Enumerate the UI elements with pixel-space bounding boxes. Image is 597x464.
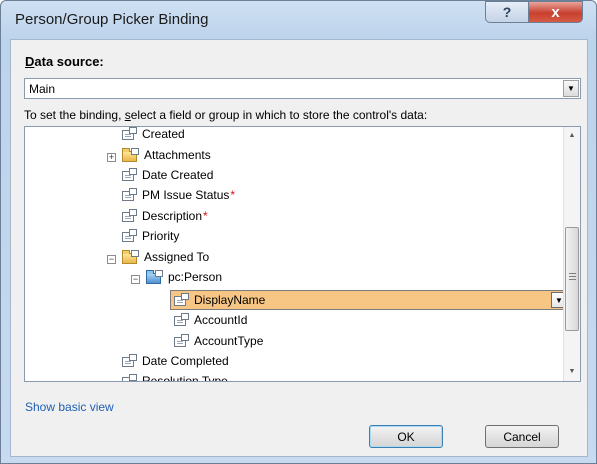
instruction-text: To set the binding, select a field or gr… bbox=[24, 108, 428, 122]
tree-item-label: pc:Person bbox=[168, 270, 223, 284]
field-icon bbox=[122, 127, 138, 141]
collapse-icon[interactable]: − bbox=[131, 275, 140, 284]
tree-item-priority[interactable]: Priority bbox=[122, 226, 179, 246]
required-marker: * bbox=[203, 209, 208, 223]
tree-item-label: Attachments bbox=[144, 148, 211, 162]
tree-item-pc-person[interactable]: pc:Person bbox=[146, 267, 222, 287]
cancel-button[interactable]: Cancel bbox=[485, 425, 559, 448]
field-icon bbox=[174, 293, 190, 307]
tree-item-date-completed[interactable]: Date Completed bbox=[122, 351, 229, 371]
scroll-down-icon[interactable]: ▼ bbox=[564, 363, 580, 380]
tree-item-accountid[interactable]: AccountId bbox=[174, 310, 247, 330]
person-group-icon bbox=[146, 270, 164, 284]
dialog-client-area: Data source: Main ▼ To set the binding, … bbox=[10, 39, 588, 457]
field-icon bbox=[122, 209, 138, 223]
tree-item-assigned-to[interactable]: Assigned To bbox=[122, 247, 209, 267]
tree-item-label: Priority bbox=[142, 229, 180, 243]
tree-item-label: PM Issue Status bbox=[142, 188, 230, 202]
field-icon bbox=[174, 334, 190, 348]
field-icon bbox=[174, 313, 190, 327]
chevron-down-icon[interactable]: ▼ bbox=[563, 80, 579, 97]
collapse-icon[interactable]: − bbox=[107, 255, 116, 264]
field-icon bbox=[122, 229, 138, 243]
help-icon: ? bbox=[502, 4, 512, 20]
close-icon: x bbox=[551, 3, 560, 21]
tree-item-label: AccountType bbox=[194, 334, 264, 348]
tree-item-label: Date Created bbox=[142, 168, 214, 182]
help-button[interactable]: ? bbox=[485, 1, 529, 23]
folder-icon bbox=[122, 148, 140, 162]
scroll-up-icon[interactable]: ▲ bbox=[564, 127, 580, 144]
expand-icon[interactable]: + bbox=[107, 153, 116, 162]
data-source-value: Main bbox=[29, 82, 56, 96]
field-tree[interactable]: ▼ Created + Attachments Date Created PM … bbox=[24, 126, 581, 382]
vertical-scrollbar[interactable]: ▲ ▼ bbox=[563, 127, 580, 381]
tree-item-label: Date Completed bbox=[142, 354, 229, 368]
data-source-label: Data source: bbox=[25, 54, 104, 69]
required-marker: * bbox=[230, 188, 236, 202]
tree-item-label: DisplayName bbox=[194, 293, 266, 307]
folder-icon bbox=[122, 250, 140, 264]
field-icon bbox=[122, 374, 138, 381]
tree-item-label: Assigned To bbox=[144, 250, 210, 264]
tree-item-pm-issue-status[interactable]: PM Issue Status * bbox=[122, 185, 235, 205]
tree-item-label: AccountId bbox=[194, 313, 248, 327]
field-icon bbox=[122, 168, 138, 182]
tree-item-created[interactable]: Created bbox=[122, 127, 185, 144]
grip-icon bbox=[569, 273, 576, 280]
tree-item-displayname[interactable]: DisplayName bbox=[174, 290, 265, 310]
close-button[interactable]: x bbox=[528, 1, 583, 23]
tree-item-accounttype[interactable]: AccountType bbox=[174, 331, 263, 351]
tree-item-date-created[interactable]: Date Created bbox=[122, 165, 213, 185]
tree-item-attachments[interactable]: Attachments bbox=[122, 145, 211, 165]
tree-item-label: Resolution Type bbox=[142, 374, 228, 382]
tree-item-description[interactable]: Description * bbox=[122, 206, 208, 226]
tree-item-label: Description bbox=[142, 209, 203, 223]
data-source-dropdown[interactable]: Main ▼ bbox=[24, 78, 581, 99]
field-icon bbox=[122, 354, 138, 368]
dialog-window: Person/Group Picker Binding ? x Data sou… bbox=[0, 0, 597, 464]
window-title: Person/Group Picker Binding bbox=[15, 11, 209, 28]
tree-item-label: Created bbox=[142, 127, 185, 141]
scrollbar-thumb[interactable] bbox=[565, 227, 579, 331]
show-basic-view-link[interactable]: Show basic view bbox=[25, 400, 114, 414]
field-icon bbox=[122, 188, 138, 202]
tree-item-resolution-type[interactable]: Resolution Type bbox=[122, 371, 228, 382]
ok-button[interactable]: OK bbox=[369, 425, 443, 448]
